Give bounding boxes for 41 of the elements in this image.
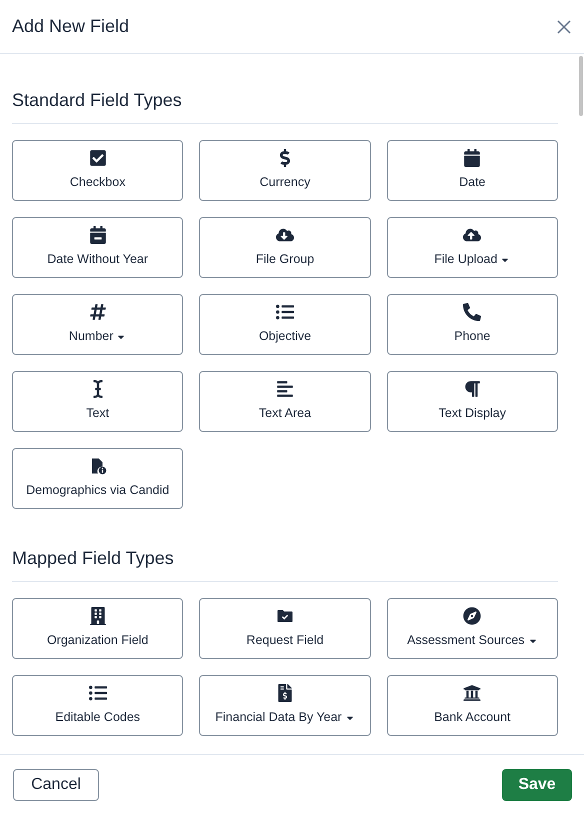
section-heading: Standard Field Types bbox=[12, 90, 182, 110]
calendar-icon bbox=[88, 226, 107, 244]
field-type-button[interactable]: Organization Field bbox=[12, 598, 184, 659]
field-type-button[interactable]: File Upload bbox=[386, 217, 558, 278]
field-type-button[interactable]: Editable Codes bbox=[12, 675, 184, 736]
field-type-button[interactable]: Text bbox=[12, 371, 184, 432]
checkbox-icon bbox=[88, 149, 107, 168]
calendar-icon bbox=[463, 149, 482, 168]
align-left-icon bbox=[276, 380, 294, 398]
section-heading: Mapped Field Types bbox=[12, 548, 174, 568]
field-type-button[interactable]: Request Field bbox=[199, 598, 371, 659]
phone-icon bbox=[463, 303, 482, 322]
field-type-button[interactable]: Assessment Sources bbox=[386, 598, 558, 659]
field-type-button[interactable]: Text Area bbox=[199, 371, 371, 432]
paragraph-icon bbox=[463, 380, 482, 398]
dialog-title: Add New Field bbox=[12, 15, 130, 38]
field-type-button[interactable]: Bank Account bbox=[386, 675, 558, 736]
building-icon bbox=[88, 607, 107, 626]
hashtag-icon bbox=[88, 303, 107, 322]
list-icon bbox=[276, 303, 294, 322]
field-type-button[interactable]: Text Display bbox=[386, 371, 558, 432]
field-type-button[interactable]: Demographics via Candid bbox=[12, 448, 184, 509]
list-icon bbox=[88, 684, 107, 702]
field-type-button[interactable]: Objective bbox=[199, 294, 371, 355]
save-button[interactable]: Save bbox=[502, 769, 572, 801]
field-type-button[interactable]: Checkbox bbox=[12, 140, 184, 201]
cloud-upload-icon bbox=[463, 226, 482, 244]
cloud-download-icon bbox=[276, 226, 294, 244]
close-icon[interactable] bbox=[556, 18, 572, 34]
field-type-button[interactable]: Date Without Year bbox=[12, 217, 184, 278]
scrollbar[interactable] bbox=[579, 56, 583, 116]
field-type-button[interactable]: File Group bbox=[199, 217, 371, 278]
field-type-button[interactable]: Financial Data By Year bbox=[199, 675, 371, 736]
field-type-button[interactable]: Number bbox=[12, 294, 184, 355]
field-type-button[interactable]: Date bbox=[386, 140, 558, 201]
bank-icon bbox=[463, 684, 482, 702]
compass-icon bbox=[463, 607, 482, 626]
field-type-button[interactable]: Currency bbox=[199, 140, 371, 201]
cancel-button[interactable]: Cancel bbox=[13, 769, 99, 801]
field-type-button[interactable]: Phone bbox=[386, 294, 558, 355]
invoice-dollar-icon bbox=[276, 684, 294, 702]
